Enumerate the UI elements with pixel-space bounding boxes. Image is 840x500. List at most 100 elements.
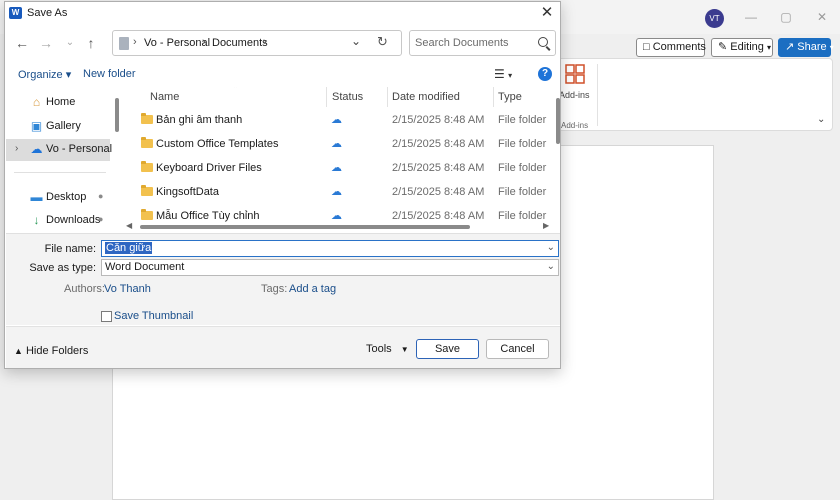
column-divider[interactable] [387, 87, 388, 107]
save-thumbnail-checkbox[interactable] [101, 311, 112, 322]
breadcrumb-item[interactable]: Documents [212, 37, 268, 49]
breadcrumb-separator-icon[interactable]: › [202, 36, 206, 48]
column-header-name[interactable]: Name [150, 91, 179, 103]
nav-item-onedrive[interactable]: › ☁ Vo - Personal [6, 139, 112, 161]
scroll-right-icon[interactable]: ▶ [543, 221, 549, 230]
nav-item-downloads[interactable]: ↓ Downloads ● [6, 210, 110, 232]
nav-item-label: Gallery [46, 120, 81, 132]
save-form: File name: Căn giữa ⌄ Save as type: Word… [6, 233, 560, 325]
chevron-down-icon[interactable]: ⌄ [547, 261, 555, 272]
search-icon[interactable] [538, 37, 548, 47]
chevron-up-icon: ▲ [14, 346, 23, 356]
chevron-down-icon: ▼ [400, 345, 409, 354]
folder-icon [141, 185, 153, 196]
file-name-field[interactable]: Căn giữa ⌄ [101, 240, 559, 257]
addins-group-label: Add-ins [561, 121, 589, 130]
column-header-date[interactable]: Date modified [392, 91, 460, 103]
breadcrumb-separator-icon[interactable]: › [263, 36, 267, 48]
tools-menu[interactable]: Tools ▼ [366, 343, 409, 355]
comments-button[interactable]: □ Comments [636, 38, 706, 57]
tags-value[interactable]: Add a tag [289, 283, 336, 295]
column-header-type[interactable]: Type [498, 91, 522, 103]
chevron-down-icon[interactable]: ⌄ [351, 34, 361, 48]
authors-value[interactable]: Vo Thanh [104, 283, 151, 295]
save-button[interactable]: Save [416, 339, 479, 359]
share-button[interactable]: ↗ Share ▾ [778, 38, 834, 57]
dialog-title: Save As [27, 7, 68, 19]
close-icon[interactable]: ✕ [538, 4, 556, 22]
folder-icon [141, 209, 153, 220]
nav-scrollbar[interactable] [115, 98, 119, 132]
column-header-status[interactable]: Status [332, 91, 363, 103]
up-arrow-icon[interactable]: ↑ [83, 35, 99, 51]
new-folder-button[interactable]: New folder [83, 68, 136, 80]
chevron-right-icon[interactable]: › [15, 143, 18, 154]
user-avatar[interactable]: VT [705, 9, 724, 28]
recent-locations-icon[interactable]: ⌄ [62, 35, 78, 51]
file-row[interactable]: Custom Office Templates ☁ 2/15/2025 8:48… [122, 133, 552, 157]
pin-icon[interactable]: ● [98, 191, 103, 201]
save-type-select[interactable]: Word Document ⌄ [101, 259, 559, 276]
chevron-down-icon: ▾ [766, 43, 771, 52]
nav-item-gallery[interactable]: ▣ Gallery [6, 116, 110, 138]
horizontal-scroll-thumb[interactable] [140, 225, 470, 229]
search-input[interactable]: Search Documents [409, 30, 556, 56]
file-name: Keyboard Driver Files [156, 162, 262, 174]
home-icon: ⌂ [32, 95, 41, 109]
command-bar: Organize ▾ New folder ☰ ▾ ? [5, 62, 560, 86]
column-divider[interactable] [326, 87, 327, 107]
folder-icon [141, 161, 153, 172]
file-type: File folder [498, 186, 547, 198]
file-row[interactable]: Keyboard Driver Files ☁ 2/15/2025 8:48 A… [122, 157, 552, 181]
cloud-icon: ☁ [331, 186, 342, 198]
file-date: 2/15/2025 8:48 AM [392, 210, 485, 222]
cancel-button[interactable]: Cancel [486, 339, 549, 359]
breadcrumb-separator-icon[interactable]: › [133, 36, 137, 48]
nav-item-label: Vo - Personal [46, 143, 112, 155]
hide-folders-label: Hide Folders [25, 345, 89, 357]
save-thumbnail-label[interactable]: Save Thumbnail [114, 310, 193, 322]
file-list: ⌃ Name Status Date modified Type Bản ghi… [122, 87, 552, 232]
forward-arrow-icon[interactable]: → [38, 35, 54, 51]
organize-menu[interactable]: Organize ▾ [18, 68, 71, 81]
hide-folders-button[interactable]: ▲ Hide Folders [14, 345, 88, 357]
ribbon-divider [597, 64, 598, 126]
view-options-icon[interactable]: ☰ ▾ [494, 67, 512, 81]
vertical-scrollbar[interactable] [556, 98, 560, 144]
editing-button[interactable]: ✎ Editing ▾ [711, 38, 773, 57]
folder-icon [141, 137, 153, 148]
horizontal-scrollbar[interactable]: ◀ ▶ [122, 221, 552, 231]
address-bar[interactable]: › Vo - Personal › Documents › ⌄ ↻ [112, 30, 402, 56]
collapse-ribbon-icon[interactable]: ⌄ [817, 114, 825, 125]
addins-icon[interactable] [565, 64, 585, 84]
file-row[interactable]: KingsoftData ☁ 2/15/2025 8:48 AM File fo… [122, 181, 552, 205]
pc-icon [119, 37, 129, 50]
navigation-pane: ⌂ Home ▣ Gallery › ☁ Vo - Personal ▬ Des… [6, 87, 112, 232]
ribbon-panel [557, 58, 833, 131]
addins-label[interactable]: Add-ins [559, 90, 590, 100]
file-date: 2/15/2025 8:48 AM [392, 186, 485, 198]
maximize-icon[interactable]: ▢ [776, 8, 796, 26]
close-window-icon[interactable]: ✕ [812, 8, 832, 26]
scroll-left-icon[interactable]: ◀ [126, 221, 132, 230]
file-name: KingsoftData [156, 186, 219, 198]
pin-icon[interactable]: ● [98, 214, 103, 224]
column-divider[interactable] [493, 87, 494, 107]
minimize-icon[interactable]: — [741, 8, 761, 26]
nav-item-home[interactable]: ⌂ Home [6, 92, 110, 114]
file-date: 2/15/2025 8:48 AM [392, 138, 485, 150]
help-icon[interactable]: ? [538, 67, 552, 81]
chevron-down-icon: ▾ [829, 43, 834, 52]
share-label: Share [797, 41, 827, 53]
nav-item-label: Downloads [46, 214, 101, 226]
file-row[interactable]: Bản ghi âm thanh ☁ 2/15/2025 8:48 AM Fil… [122, 109, 552, 133]
search-placeholder: Search Documents [415, 37, 509, 49]
comments-label: Comments [652, 41, 706, 53]
save-type-label: Save as type: [29, 262, 96, 274]
back-arrow-icon[interactable]: ← [14, 35, 30, 51]
nav-item-desktop[interactable]: ▬ Desktop ● [6, 187, 110, 209]
authors-label: Authors: [64, 283, 105, 295]
breadcrumb-item[interactable]: Vo - Personal [144, 37, 210, 49]
refresh-icon[interactable]: ↻ [377, 34, 388, 50]
chevron-down-icon[interactable]: ⌄ [547, 242, 555, 253]
